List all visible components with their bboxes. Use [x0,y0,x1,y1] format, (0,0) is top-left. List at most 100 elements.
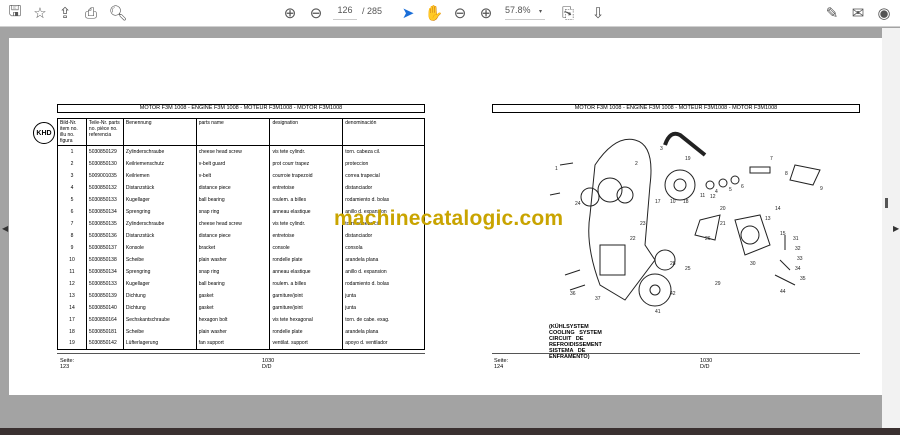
callout-label: 34 [795,266,801,272]
callout-label: 30 [750,261,756,267]
account-icon[interactable]: ◉ [874,4,894,22]
next-page-icon[interactable]: ⊖ [306,4,326,22]
table-row: 1 5030850129 Zylinderschraube cheese head s… [57,145,425,158]
callout-label: 37 [595,296,601,302]
table-row: 17 5030850164 Sechskantschraube hexagon bol… [57,313,425,326]
select-cursor-icon[interactable]: ➤ [398,4,418,22]
callout-label: 13 [765,216,771,222]
search-icon[interactable]: 🔍︎ [108,4,128,22]
scroll-mode-icon[interactable]: ⇩ [588,4,608,22]
table-cell: vis tete cylindr. [269,145,344,158]
table-cell: snap ring [195,205,271,218]
table-row: 13 5030850139 Dichtung gasket garniture/join… [57,289,425,302]
table-cell: cheese head screw [195,145,271,158]
table-cell: 5030850142 [85,337,124,350]
vertical-scrollbar[interactable]: ▶ [882,28,900,428]
table-cell: Zylinderschraube [122,217,197,230]
upload-cloud-icon[interactable]: ⇪ [55,4,75,22]
scrollbar-thumb[interactable] [885,198,888,208]
callout-label: 32 [795,246,801,252]
table-cell: console [269,241,344,254]
table-cell: Zylinderschraube [122,145,197,158]
callout-label: 14 [775,206,781,212]
table-row: 3 5009001035 Keilriemen v-belt courroie trap… [57,169,425,182]
right-page-title: MOTOR F3M 1008 - ENGINE F3M 1008 - MOTEU… [492,104,860,113]
callout-label: 6 [741,184,744,190]
bookmark-star-icon[interactable]: ☆ [30,4,50,22]
callout-label: 9 [820,186,823,192]
callout-label: 20 [720,206,726,212]
cooling-system-exploded-drawing: 123194 5 678911 1217 10 182021131415222324252… [549,131,823,315]
table-cell: rondelle plate [269,325,344,338]
column-header: Teile-Nr. parts no. pièce no. referencia [85,118,124,146]
callout-label: 12 [710,194,716,200]
table-cell: 5009001035 [85,169,124,182]
table-cell: 2 [57,157,87,170]
callout-label: 8 [785,171,788,177]
table-cell: 5030850133 [85,277,124,290]
left-arrow-icon[interactable]: ◀ [2,224,8,233]
callout-label: 19 [685,156,691,162]
footer-code: 1030 D/D [700,358,713,370]
table-cell: Distanzstück [122,181,197,194]
callout-label: 31 [793,236,799,242]
table-cell: 11 [57,265,87,278]
table-cell: gasket [195,289,271,302]
zoom-out-icon[interactable]: ⊖ [450,4,470,22]
table-cell: 5030850134 [85,205,124,218]
callout-label: 41 [655,309,661,315]
table-cell: torn. cabeza cil. [342,145,425,158]
callout-label: 28 [670,261,676,267]
print-icon[interactable]: ⎙ [81,4,101,22]
zoom-in-icon[interactable]: ⊕ [476,4,496,22]
table-cell: Lüfterlagerung [122,337,197,350]
zoom-value: 57.8% [505,5,531,15]
table-cell: 14 [57,301,87,314]
table-cell: distanciador [342,229,425,242]
callout-label: 33 [797,256,803,262]
callout-label: 21 [720,221,726,227]
table-cell: proteccion [342,157,425,170]
table-cell: Distanzstück [122,229,197,242]
table-cell: garniture/joint [269,289,344,302]
table-cell: anneau elastique [269,205,344,218]
callout-label: 5 [729,187,732,193]
sign-icon[interactable]: ✎ [822,4,842,22]
table-cell: 5030850140 [85,301,124,314]
table-cell: ball bearing [195,277,271,290]
table-cell: Dichtung [122,289,197,302]
column-header: designation [269,118,344,146]
table-row: 14 5030850140 Dichtung gasket garniture/join… [57,301,425,314]
previous-page-icon[interactable]: ⊕ [280,4,300,22]
table-cell: gasket [195,301,271,314]
table-cell: 5030850130 [85,157,124,170]
table-cell: 5030850136 [85,229,124,242]
page-number-input[interactable]: 126 [333,5,357,20]
table-cell: distance piece [195,181,271,194]
table-cell: v-belt [195,169,271,182]
table-cell: 5030850137 [85,241,124,254]
zoom-select[interactable]: 57.8% ▾ [505,5,545,20]
page-fit-icon[interactable]: ⎘ [558,4,578,22]
table-cell: Scheibe [122,325,197,338]
table-cell: entretoise [269,229,344,242]
save-icon[interactable]: 🖫 [5,3,25,22]
hand-tool-icon[interactable]: ✋ [424,4,444,22]
table-cell: Keilriemen [122,169,197,182]
toolbar: 🖫 ☆ ⇪ ⎙ 🔍︎ ⊕ ⊖ 126 / 285 ➤ ✋ ⊖ ⊕ 57.8% ▾… [0,0,900,27]
column-header: Bild-Nr. item no. illu no. figura [57,118,87,146]
table-cell: 10 [57,253,87,266]
table-cell: 5 [57,193,87,206]
callout-label: 10 [670,199,676,205]
table-cell: 3 [57,169,87,182]
email-icon[interactable]: ✉ [848,4,868,22]
table-cell: 13 [57,289,87,302]
table-cell: prot courr trapez [269,157,344,170]
table-cell: anillo d. expansion [342,265,425,278]
table-cell: correa trapecial [342,169,425,182]
table-cell: distanciador [342,181,425,194]
right-arrow-icon[interactable]: ▶ [893,224,899,233]
footer-code: 1030 D/D [262,358,275,370]
table-cell: 17 [57,313,87,326]
callout-label: 26 [705,236,711,242]
